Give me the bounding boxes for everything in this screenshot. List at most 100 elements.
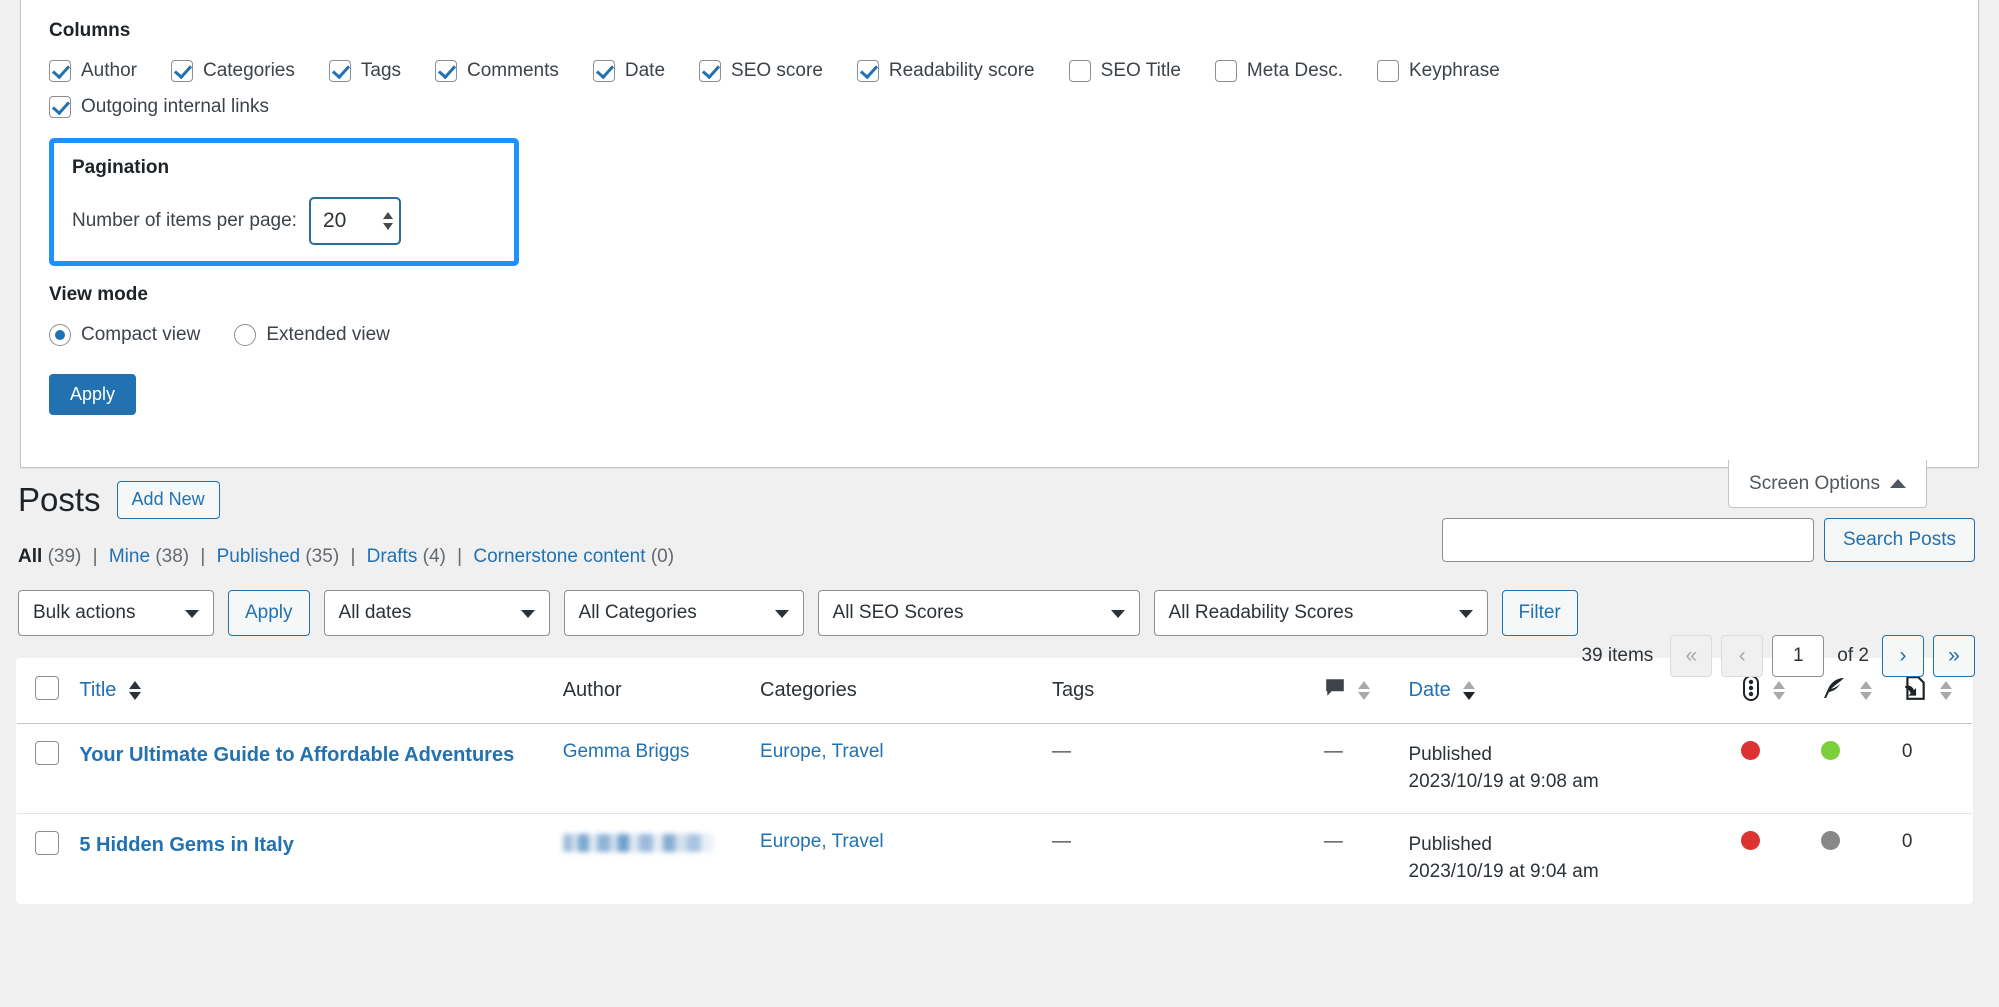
status-link-drafts[interactable]: Drafts — [367, 546, 418, 567]
status-count-cornerstone-content: (0) — [651, 546, 674, 567]
seo-score-dot — [1741, 741, 1760, 760]
bulk-actions-value: Bulk actions — [33, 602, 135, 624]
header-comments[interactable] — [1314, 658, 1399, 723]
comment-bubble-icon — [1324, 677, 1346, 705]
column-toggle-outgoing-internal-links[interactable]: Outgoing internal links — [49, 96, 269, 118]
post-author-redacted[interactable] — [563, 834, 713, 852]
row-date-cell: Published 2023/10/19 at 9:08 am — [1399, 723, 1731, 813]
search-posts-button[interactable]: Search Posts — [1824, 518, 1975, 562]
status-link-cornerstone-content[interactable]: Cornerstone content — [473, 546, 645, 567]
chevron-down-icon — [775, 610, 789, 618]
checkbox-icon[interactable] — [329, 60, 351, 82]
column-toggle-categories[interactable]: Categories — [171, 60, 295, 82]
chevron-down-icon — [185, 610, 199, 618]
add-new-button[interactable]: Add New — [117, 481, 220, 519]
last-page-button[interactable]: » — [1933, 635, 1975, 677]
filter-button[interactable]: Filter — [1502, 590, 1578, 636]
current-page-input[interactable]: 1 — [1772, 635, 1824, 677]
header-title-link[interactable]: Title — [79, 679, 116, 701]
column-label: Meta Desc. — [1247, 60, 1343, 82]
number-spinner-icon[interactable] — [383, 212, 393, 230]
status-count-mine: (38) — [155, 546, 189, 567]
column-label: Tags — [361, 60, 401, 82]
post-title-link[interactable]: 5 Hidden Gems in Italy — [79, 831, 542, 860]
sort-arrows-icon[interactable] — [1773, 681, 1785, 700]
category-filter-select[interactable]: All Categories — [564, 590, 804, 636]
column-toggle-seo-title[interactable]: SEO Title — [1069, 60, 1181, 82]
post-author-link[interactable]: Gemma Briggs — [563, 741, 690, 762]
readability-score-dot — [1821, 831, 1840, 850]
columns-checkbox-group-row2: Outgoing internal links — [49, 96, 1950, 132]
checkbox-icon[interactable] — [1215, 60, 1237, 82]
post-categories-link[interactable]: Europe, Travel — [760, 831, 884, 852]
view-mode-extended[interactable]: Extended view — [234, 324, 390, 346]
date-filter-value: All dates — [339, 602, 412, 624]
status-link-published[interactable]: Published — [217, 546, 300, 567]
checkbox-icon[interactable] — [699, 60, 721, 82]
status-link-mine[interactable]: Mine — [109, 546, 150, 567]
column-label: SEO score — [731, 60, 823, 82]
seo-score-dot — [1741, 831, 1760, 850]
sort-arrows-icon[interactable] — [1358, 681, 1370, 700]
items-count: 39 items — [1581, 645, 1653, 667]
header-title[interactable]: Title — [69, 658, 552, 723]
column-toggle-readability-score[interactable]: Readability score — [857, 60, 1035, 82]
table-row: 5 Hidden Gems in Italy Europe, Travel — … — [17, 813, 1973, 903]
sort-arrows-icon[interactable] — [129, 681, 141, 700]
column-label: Categories — [203, 60, 295, 82]
checkbox-icon[interactable] — [593, 60, 615, 82]
sort-arrows-icon[interactable] — [1463, 681, 1475, 700]
checkbox-icon[interactable] — [435, 60, 457, 82]
feather-icon — [1821, 676, 1847, 706]
checkbox-icon[interactable] — [49, 96, 71, 118]
checkbox-icon[interactable] — [857, 60, 879, 82]
radio-icon[interactable] — [234, 324, 256, 346]
header-tags-label: Tags — [1052, 679, 1094, 701]
date-filter-select[interactable]: All dates — [324, 590, 550, 636]
row-title-cell: Your Ultimate Guide to Affordable Advent… — [69, 723, 552, 813]
row-seo-score-cell — [1731, 813, 1812, 903]
view-mode-label: Extended view — [266, 324, 390, 346]
column-label: Author — [81, 60, 137, 82]
column-toggle-keyphrase[interactable]: Keyphrase — [1377, 60, 1500, 82]
search-input[interactable] — [1442, 518, 1814, 562]
row-checkbox[interactable] — [35, 741, 59, 765]
column-label: Readability score — [889, 60, 1035, 82]
checkbox-icon[interactable] — [171, 60, 193, 82]
status-link-all[interactable]: All — [18, 546, 42, 567]
checkbox-icon[interactable] — [1069, 60, 1091, 82]
column-toggle-seo-score[interactable]: SEO score — [699, 60, 823, 82]
columns-checkbox-group: Author Categories Tags Comments Date SEO… — [49, 60, 1950, 96]
column-toggle-author[interactable]: Author — [49, 60, 137, 82]
sort-arrows-icon[interactable] — [1940, 681, 1952, 700]
column-label: Keyphrase — [1409, 60, 1500, 82]
radio-icon[interactable] — [49, 324, 71, 346]
row-checkbox[interactable] — [35, 831, 59, 855]
checkbox-icon[interactable] — [49, 60, 71, 82]
select-all-checkbox[interactable] — [35, 676, 59, 700]
column-toggle-date[interactable]: Date — [593, 60, 665, 82]
row-links-cell: 0 — [1892, 813, 1973, 903]
header-date-link[interactable]: Date — [1409, 679, 1451, 701]
column-toggle-tags[interactable]: Tags — [329, 60, 401, 82]
next-page-button[interactable]: › — [1882, 635, 1924, 677]
sort-arrows-icon[interactable] — [1860, 681, 1872, 700]
row-date-cell: Published 2023/10/19 at 9:04 am — [1399, 813, 1731, 903]
bulk-apply-button[interactable]: Apply — [228, 590, 310, 636]
readability-score-filter-select[interactable]: All Readability Scores — [1154, 590, 1488, 636]
bulk-actions-select[interactable]: Bulk actions — [18, 590, 214, 636]
outgoing-internal-links-icon — [1902, 675, 1928, 707]
chevron-down-icon — [1459, 610, 1473, 618]
header-tags: Tags — [1042, 658, 1314, 723]
table-filter-bar: Bulk actions Apply All dates All Categor… — [16, 590, 1975, 636]
items-per-page-input[interactable]: 20 — [309, 197, 401, 245]
view-mode-compact[interactable]: Compact view — [49, 324, 200, 346]
post-title-link[interactable]: Your Ultimate Guide to Affordable Advent… — [79, 741, 542, 770]
screen-options-apply-button[interactable]: Apply — [49, 374, 136, 415]
post-categories-link[interactable]: Europe, Travel — [760, 741, 884, 762]
column-toggle-comments[interactable]: Comments — [435, 60, 559, 82]
checkbox-icon[interactable] — [1377, 60, 1399, 82]
seo-score-filter-select[interactable]: All SEO Scores — [818, 590, 1140, 636]
column-toggle-meta-desc[interactable]: Meta Desc. — [1215, 60, 1343, 82]
row-seo-score-cell — [1731, 723, 1812, 813]
